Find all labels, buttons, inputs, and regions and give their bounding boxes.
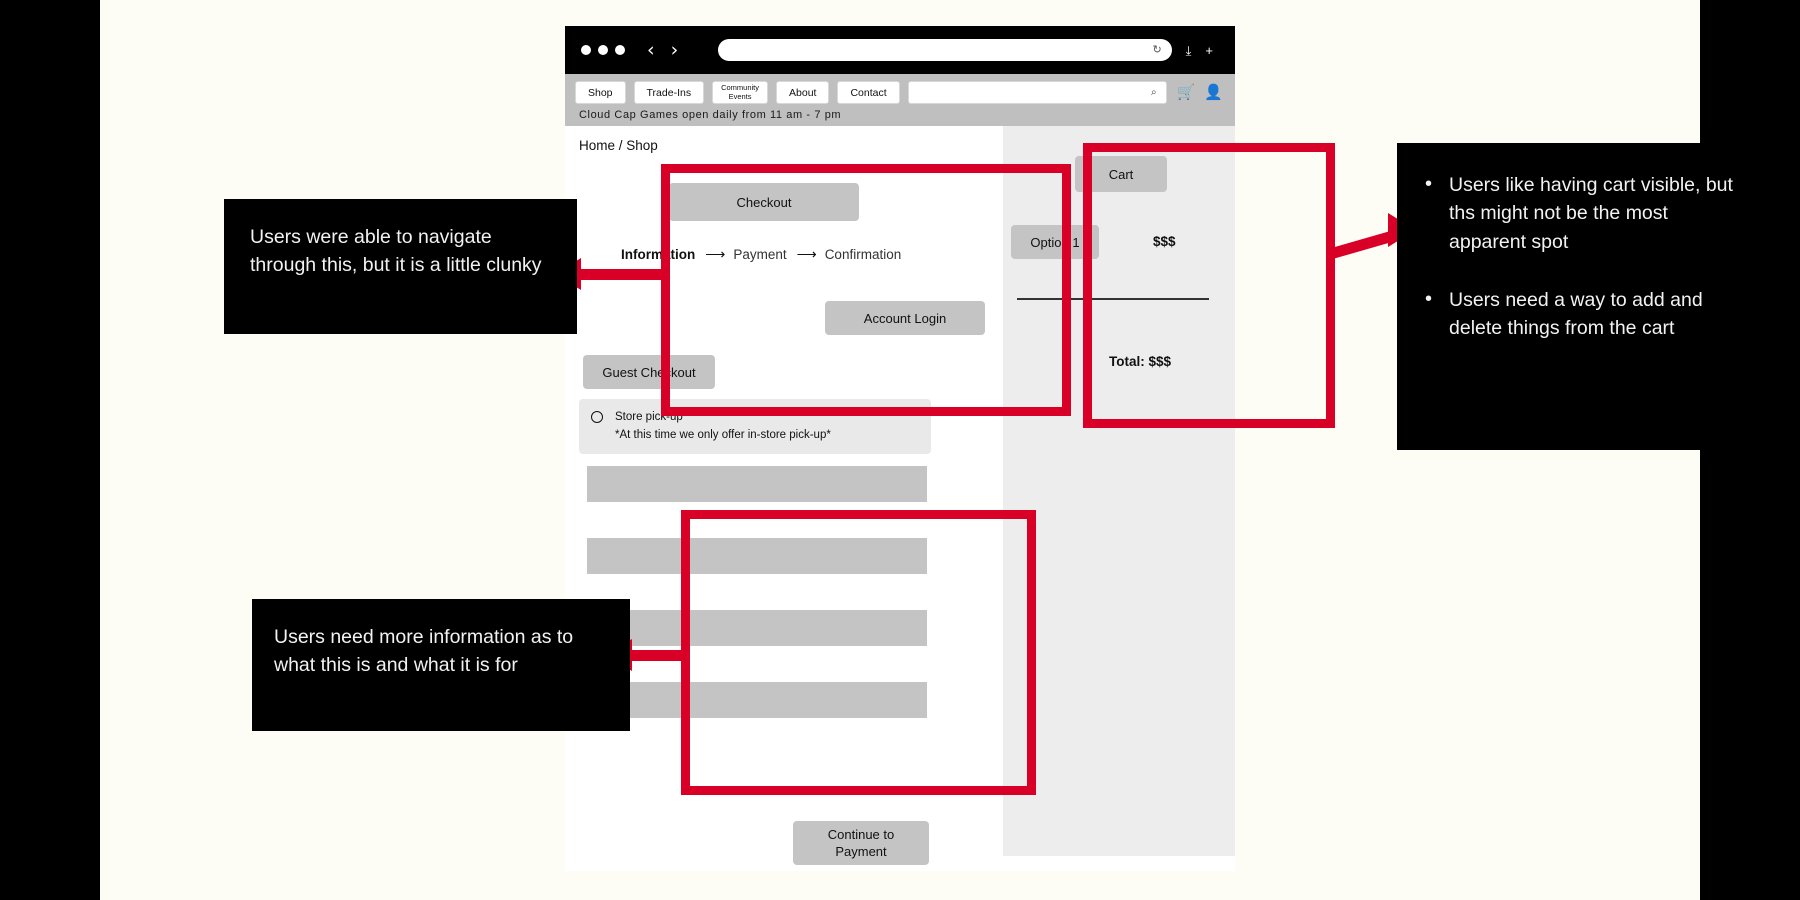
back-button[interactable]: ‹ bbox=[647, 40, 655, 60]
new-tab-icon[interactable]: + bbox=[1205, 44, 1213, 57]
radio-button-icon[interactable] bbox=[591, 411, 603, 424]
checkout-button[interactable]: Checkout bbox=[669, 183, 859, 222]
annotation-bullet: Users need a way to add and delete thing… bbox=[1423, 285, 1746, 343]
account-icon[interactable]: 👤 bbox=[1204, 85, 1223, 100]
nav-item-trade-ins[interactable]: Trade-Ins bbox=[633, 81, 705, 105]
annotation-text: Users were able to navigate through this… bbox=[250, 226, 542, 277]
nav-item-contact[interactable]: Contact bbox=[837, 81, 900, 105]
form-field-bar[interactable] bbox=[587, 538, 927, 575]
pickup-note: *At this time we only offer in-store pic… bbox=[615, 428, 831, 441]
nav-item-community-events[interactable]: Community Events bbox=[712, 81, 769, 105]
checkout-main-column: Home / Shop Checkout Information ⟶ Payme… bbox=[565, 126, 1003, 866]
form-field-bar[interactable] bbox=[587, 682, 927, 719]
screenshot-stage: ‹ › ↻ ⤓ + Shop Trade-Ins Community Event bbox=[0, 0, 1800, 900]
cart-option-button[interactable]: Option 1 bbox=[1011, 225, 1099, 260]
nav-item-about[interactable]: About bbox=[776, 81, 830, 105]
step-information: Information bbox=[621, 247, 696, 263]
form-field-bar[interactable] bbox=[587, 466, 927, 503]
annotation-note-checkout: Users were able to navigate through this… bbox=[224, 199, 577, 334]
window-dot[interactable] bbox=[581, 45, 591, 55]
nav-label-line2: Events bbox=[728, 91, 752, 101]
checkout-step-indicator: Information ⟶ Payment ⟶ Confirmation bbox=[621, 246, 901, 263]
reload-icon[interactable]: ↻ bbox=[1152, 44, 1161, 56]
continue-label-line2: Payment bbox=[835, 844, 887, 860]
cart-total: Total: $$$ bbox=[1109, 354, 1172, 370]
share-icon[interactable]: ⤓ bbox=[1186, 44, 1192, 57]
browser-window-mockup: ‹ › ↻ ⤓ + Shop Trade-Ins Community Event bbox=[565, 26, 1235, 871]
form-field-bar[interactable] bbox=[587, 610, 927, 647]
chrome-actions: ⤓ + bbox=[1186, 44, 1219, 57]
store-pickup-text: Store pick-up *At this time we only offe… bbox=[615, 409, 831, 444]
store-hours-banner: Cloud Cap Games open daily from 11 am - … bbox=[579, 109, 842, 122]
cart-icon[interactable]: 🛒 bbox=[1177, 85, 1196, 100]
cart-divider bbox=[1017, 298, 1209, 301]
window-controls[interactable] bbox=[581, 45, 625, 55]
breadcrumb[interactable]: Home / Shop bbox=[565, 126, 1003, 153]
pickup-option-label: Store pick-up bbox=[615, 411, 683, 424]
annotation-note-cart: Users like having cart visible, but ths … bbox=[1397, 143, 1772, 450]
annotation-note-form: Users need more information as to what t… bbox=[252, 599, 630, 731]
step-confirmation: Confirmation bbox=[824, 247, 902, 263]
continue-to-payment-button[interactable]: Continue to Payment bbox=[793, 821, 929, 866]
form-field-gap bbox=[587, 574, 927, 611]
step-arrow-icon: ⟶ bbox=[705, 246, 725, 263]
window-dot[interactable] bbox=[598, 45, 608, 55]
browser-chrome-bar: ‹ › ↻ ⤓ + bbox=[565, 26, 1235, 74]
step-payment: Payment bbox=[733, 247, 787, 263]
annotation-bullet-list: Users like having cart visible, but ths … bbox=[1423, 170, 1746, 343]
store-pickup-option[interactable]: Store pick-up *At this time we only offe… bbox=[579, 399, 931, 454]
annotation-text: Users need more information as to what t… bbox=[274, 626, 574, 677]
site-navigation: Shop Trade-Ins Community Events About Co… bbox=[565, 74, 1235, 127]
window-dot[interactable] bbox=[615, 45, 625, 55]
form-field-placeholder-group bbox=[587, 466, 927, 719]
slide-canvas: ‹ › ↻ ⤓ + Shop Trade-Ins Community Event bbox=[100, 0, 1772, 900]
form-field-gap bbox=[587, 502, 927, 539]
nav-item-shop[interactable]: Shop bbox=[575, 81, 626, 105]
callout-arrow-checkout-line bbox=[578, 269, 668, 280]
forward-button[interactable]: › bbox=[671, 40, 679, 60]
guest-checkout-button[interactable]: Guest Checkout bbox=[583, 355, 715, 390]
address-bar[interactable]: ↻ bbox=[718, 39, 1172, 61]
page-body: Home / Shop Checkout Information ⟶ Payme… bbox=[565, 126, 1235, 866]
annotation-bullet: Users like having cart visible, but ths … bbox=[1423, 170, 1746, 256]
site-search-input[interactable]: ⌕ bbox=[907, 81, 1167, 105]
cart-item-price: $$$ bbox=[1153, 234, 1176, 250]
account-login-button[interactable]: Account Login bbox=[825, 301, 985, 336]
cart-panel: Cart Option 1 $$$ Total: $$$ bbox=[1003, 126, 1235, 421]
cart-title-button[interactable]: Cart bbox=[1075, 156, 1167, 193]
nav-utility-icons: 🛒 👤 bbox=[1175, 81, 1225, 104]
callout-arrow-form-line bbox=[630, 650, 690, 661]
cart-sidebar: Cart Option 1 $$$ Total: $$$ bbox=[1003, 126, 1235, 857]
continue-label-line1: Continue to bbox=[827, 826, 895, 842]
search-icon[interactable]: ⌕ bbox=[1151, 87, 1157, 98]
step-arrow-icon: ⟶ bbox=[796, 246, 817, 263]
nav-button-row: Shop Trade-Ins Community Events About Co… bbox=[575, 81, 1225, 105]
